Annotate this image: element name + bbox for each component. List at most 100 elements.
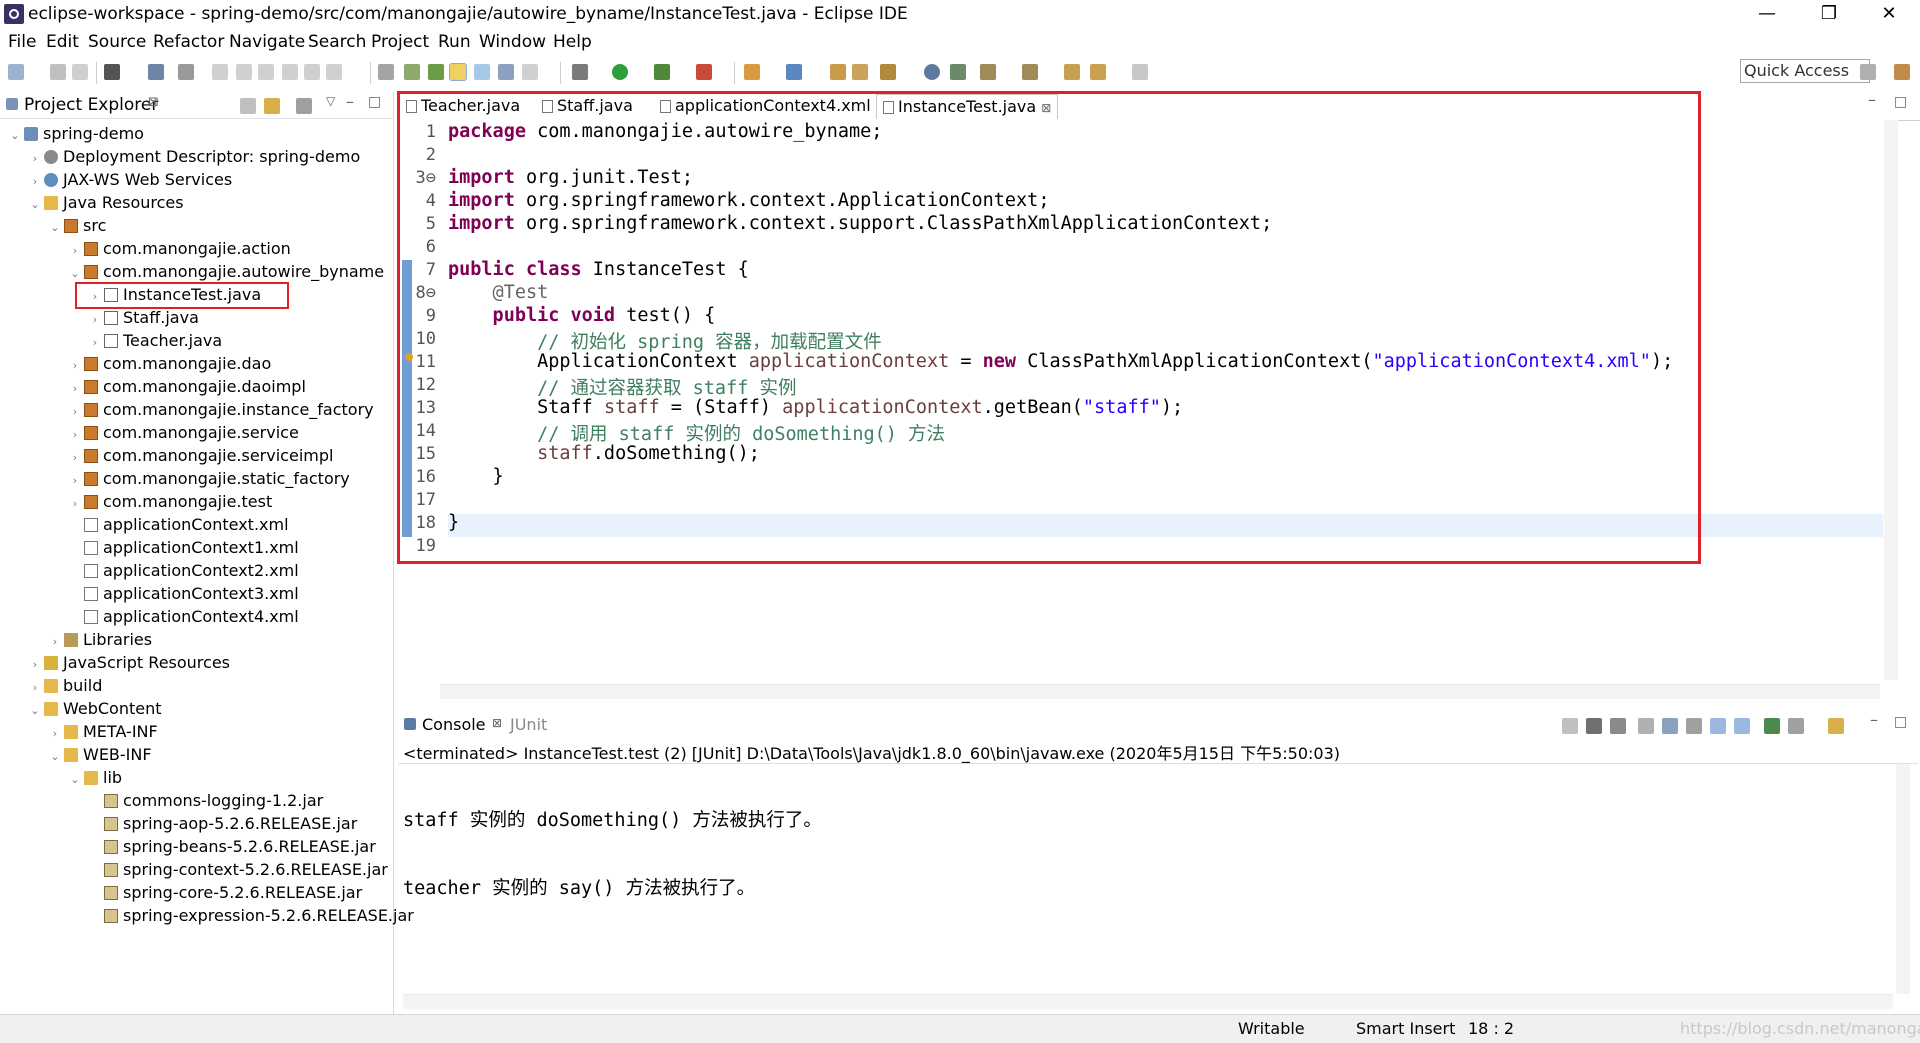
tree-item[interactable]: › com.manongajie.instance_factory bbox=[68, 398, 374, 421]
expand-icon[interactable]: ⌄ bbox=[28, 699, 42, 722]
collapse-icon[interactable]: › bbox=[68, 239, 82, 262]
minimize-editor-icon[interactable]: – bbox=[1868, 90, 1876, 109]
tree-item[interactable]: › com.manongajie.test bbox=[68, 490, 272, 513]
open-package-icon[interactable] bbox=[830, 64, 846, 80]
tab-console[interactable]: Console bbox=[422, 715, 486, 734]
highlight-icon[interactable] bbox=[449, 63, 467, 81]
editor-horizontal-scrollbar[interactable] bbox=[440, 684, 1880, 699]
tree-item[interactable]: › Libraries bbox=[48, 628, 152, 651]
tree-item[interactable]: applicationContext3.xml bbox=[68, 582, 299, 605]
forward-icon[interactable] bbox=[1132, 64, 1148, 80]
tree-item[interactable]: applicationContext.xml bbox=[68, 513, 289, 536]
open-console-icon[interactable] bbox=[1828, 718, 1844, 734]
menu-file[interactable]: File bbox=[8, 32, 36, 52]
expand-icon[interactable]: ⌄ bbox=[48, 216, 62, 239]
tree-item[interactable]: spring-core-5.2.6.RELEASE.jar bbox=[88, 881, 362, 904]
collapse-icon[interactable]: › bbox=[68, 377, 82, 400]
search-tool-icon[interactable] bbox=[880, 64, 896, 80]
maximize-editor-icon[interactable]: □ bbox=[1894, 94, 1907, 110]
new-icon[interactable] bbox=[8, 64, 24, 80]
new-class-icon[interactable] bbox=[786, 64, 802, 80]
menu-source[interactable]: Source bbox=[88, 32, 146, 52]
restore-button[interactable]: ❐ bbox=[1806, 0, 1852, 28]
next-annotation-icon[interactable] bbox=[980, 64, 996, 80]
tree-item[interactable]: › META-INF bbox=[48, 720, 158, 743]
tree-item[interactable]: ⌄ spring-demo bbox=[8, 122, 144, 145]
collapse-icon[interactable]: › bbox=[68, 423, 82, 446]
open-folder-icon[interactable] bbox=[852, 64, 868, 80]
debug-resume-icon[interactable] bbox=[178, 64, 194, 80]
expand-icon[interactable]: ⌄ bbox=[68, 768, 82, 791]
pin-icon[interactable] bbox=[950, 64, 966, 80]
menu-navigate[interactable]: Navigate bbox=[229, 32, 305, 52]
tree-item[interactable]: commons-logging-1.2.jar bbox=[88, 789, 323, 812]
collapse-icon[interactable]: › bbox=[48, 722, 62, 745]
tree-item[interactable]: applicationContext4.xml bbox=[68, 605, 299, 628]
terminate-console-icon[interactable] bbox=[1562, 718, 1578, 734]
disconnect-icon[interactable] bbox=[258, 64, 274, 80]
collapse-icon[interactable]: › bbox=[28, 170, 42, 193]
step-into-icon[interactable] bbox=[282, 64, 298, 80]
collapse-icon[interactable]: › bbox=[88, 331, 102, 354]
paragraph-icon[interactable] bbox=[522, 64, 538, 80]
tree-item[interactable]: applicationContext2.xml bbox=[68, 559, 299, 582]
external-tools-icon[interactable] bbox=[696, 64, 712, 80]
pin-console-icon[interactable] bbox=[1764, 718, 1780, 734]
tree-item[interactable]: ⌄ src bbox=[48, 214, 106, 237]
link-editor-icon[interactable] bbox=[264, 98, 280, 114]
show-on-stderr-icon[interactable] bbox=[1734, 718, 1750, 734]
tab-junit[interactable]: JUnit bbox=[510, 715, 547, 734]
console-output[interactable]: staff 实例的 doSomething() 方法被执行了。 teacher … bbox=[403, 764, 822, 921]
save-icon[interactable] bbox=[50, 64, 66, 80]
java-ee-perspective-icon[interactable] bbox=[1894, 64, 1910, 80]
collapse-icon[interactable]: › bbox=[28, 676, 42, 699]
open-task-icon[interactable] bbox=[378, 64, 394, 80]
tree-item[interactable]: › com.manongajie.dao bbox=[68, 352, 271, 375]
collapse-icon[interactable]: › bbox=[68, 354, 82, 377]
tree-item[interactable]: › com.manongajie.action bbox=[68, 237, 291, 260]
minimize-console-icon[interactable]: – bbox=[1870, 710, 1878, 729]
tree-item[interactable]: › Staff.java bbox=[88, 306, 199, 329]
run-icon[interactable] bbox=[612, 64, 628, 80]
tree-item[interactable]: › Teacher.java bbox=[88, 329, 222, 352]
clear-console-icon[interactable] bbox=[1638, 718, 1654, 734]
view-menu-icon[interactable]: ▽ bbox=[326, 94, 335, 108]
step-over-icon[interactable] bbox=[304, 64, 320, 80]
debug-icon[interactable] bbox=[572, 64, 588, 80]
project-explorer-title[interactable]: Project Explorer bbox=[24, 95, 158, 115]
collapse-icon[interactable]: › bbox=[68, 492, 82, 515]
maximize-view-icon[interactable]: □ bbox=[368, 94, 381, 110]
tree-item[interactable]: › Deployment Descriptor: spring-demo bbox=[28, 145, 360, 168]
close-button[interactable]: ✕ bbox=[1866, 0, 1912, 28]
console-horizontal-scrollbar[interactable] bbox=[403, 994, 1893, 1009]
tree-item[interactable]: spring-beans-5.2.6.RELEASE.jar bbox=[88, 835, 376, 858]
menu-help[interactable]: Help bbox=[553, 32, 592, 52]
editor-vertical-scrollbar[interactable] bbox=[1884, 120, 1898, 680]
last-edit-icon[interactable] bbox=[1064, 64, 1080, 80]
filter-icon[interactable] bbox=[296, 98, 312, 114]
show-on-stdout-icon[interactable] bbox=[1710, 718, 1726, 734]
tree-item[interactable]: spring-context-5.2.6.RELEASE.jar bbox=[88, 858, 388, 881]
scroll-lock-icon[interactable] bbox=[1662, 718, 1678, 734]
minimize-button[interactable]: — bbox=[1744, 0, 1790, 28]
tree-item[interactable]: ⌄ lib bbox=[68, 766, 122, 789]
menu-project[interactable]: Project bbox=[371, 32, 429, 52]
terminate-icon[interactable] bbox=[236, 64, 252, 80]
tree-item[interactable]: › com.manongajie.serviceimpl bbox=[68, 444, 334, 467]
expand-icon[interactable]: ⌄ bbox=[8, 124, 22, 147]
open-type-icon[interactable] bbox=[404, 64, 420, 80]
tree-item[interactable]: ⌄ Java Resources bbox=[28, 191, 183, 214]
collapse-all-icon[interactable] bbox=[240, 98, 256, 114]
open-perspective-icon[interactable] bbox=[1860, 64, 1876, 80]
menu-edit[interactable]: Edit bbox=[46, 32, 79, 52]
remove-all-icon[interactable] bbox=[1610, 718, 1626, 734]
tree-item[interactable]: spring-aop-5.2.6.RELEASE.jar bbox=[88, 812, 357, 835]
tree-item[interactable]: ⌄ WebContent bbox=[28, 697, 161, 722]
skip-breakpoints-icon[interactable] bbox=[104, 64, 120, 80]
globe-icon[interactable] bbox=[924, 64, 940, 80]
step-return-icon[interactable] bbox=[326, 64, 342, 80]
tree-item[interactable]: › JavaScript Resources bbox=[28, 651, 230, 674]
tree-item[interactable]: ⌄ com.manongajie.autowire_byname bbox=[68, 260, 384, 283]
remove-launch-icon[interactable] bbox=[1586, 718, 1602, 734]
coverage-icon[interactable] bbox=[654, 64, 670, 80]
